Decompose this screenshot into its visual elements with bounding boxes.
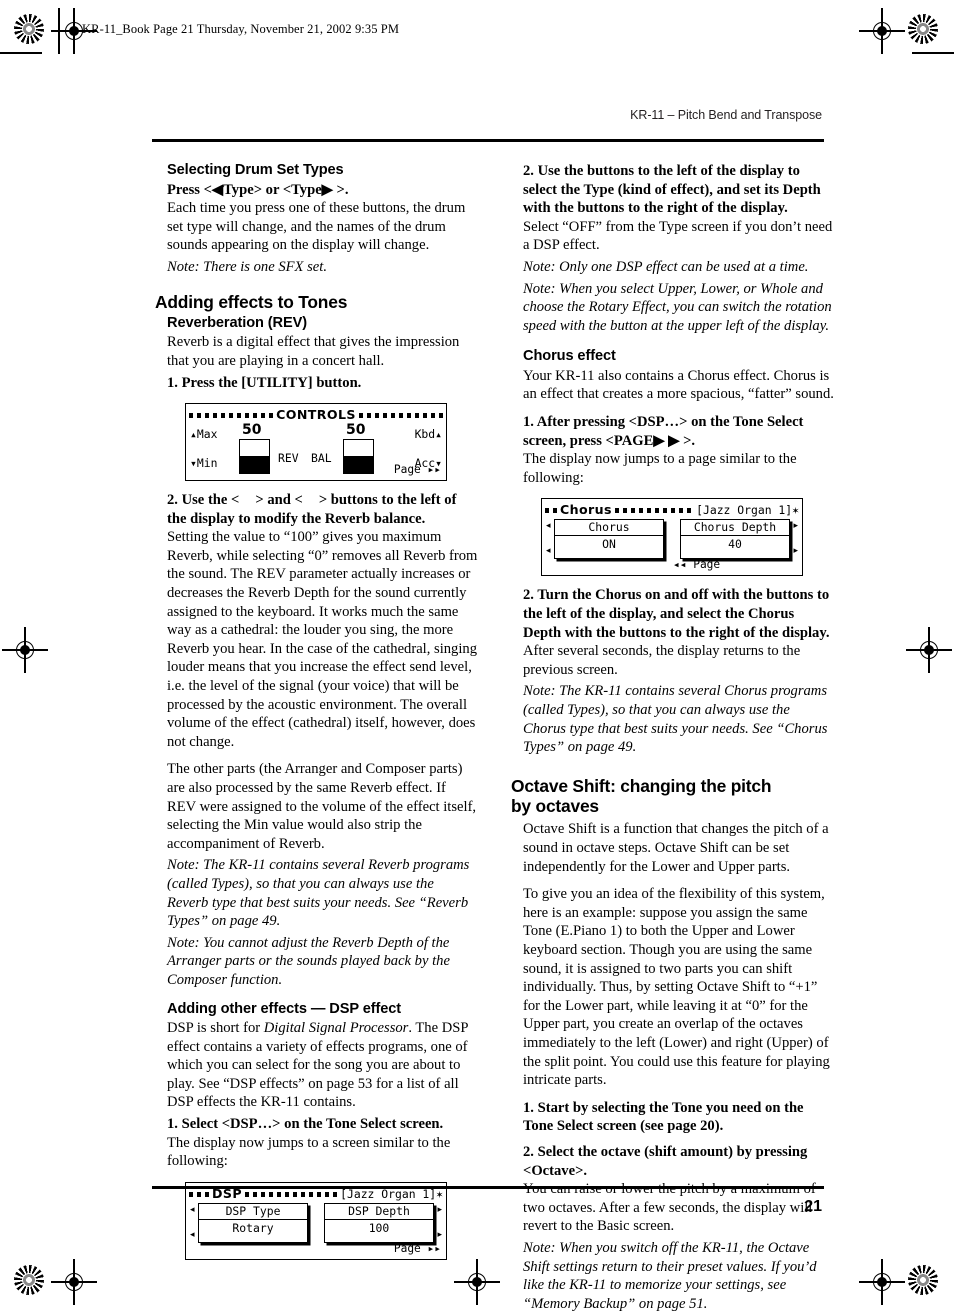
registration-target-top-left bbox=[14, 14, 44, 44]
octave-step-1: 1. Start by selecting the Tone you need … bbox=[523, 1099, 804, 1135]
controls-bal-slider bbox=[343, 439, 374, 475]
dsp-lcd-parameter-row: DSP Type Rotary DSP Depth 100 bbox=[189, 1202, 443, 1243]
chorus-step-1-body: The display now jumps to a page similar … bbox=[523, 451, 797, 486]
dash-rule-left bbox=[545, 508, 557, 514]
registration-target-bottom-right bbox=[908, 1265, 938, 1295]
dsp-type-value: Rotary bbox=[232, 1220, 274, 1235]
octave-heading-line-1: Octave Shift: changing the pitch bbox=[511, 775, 772, 796]
controls-lcd-illustration: CONTROLS ▴Max ▾Min Kbd▴ Acc▾ 50 50 REV B… bbox=[185, 403, 447, 482]
chorus-step-2: 2. Turn the Chorus on and off with the b… bbox=[523, 587, 830, 641]
controls-bal-label: BAL bbox=[311, 451, 332, 466]
octave-paragraph-1: Octave Shift is a function that changes … bbox=[523, 821, 829, 875]
heading-adding-other-effects-dsp: Adding other effects — DSP effect bbox=[167, 1000, 402, 1017]
registration-cross-bottom-right bbox=[859, 1259, 905, 1305]
drum-note: Note: There is one SFX set. bbox=[167, 258, 327, 275]
controls-lcd-body: ▴Max ▾Min Kbd▴ Acc▾ 50 50 REV BAL Page ▸… bbox=[189, 422, 443, 477]
chorus-depth-value: 40 bbox=[728, 537, 742, 552]
registration-cross-right-mid bbox=[906, 627, 952, 673]
dsp-step-1-body: The display now jumps to a screen simila… bbox=[167, 1134, 451, 1170]
rev-body-text: Reverb is a digital effect that gives th… bbox=[167, 334, 460, 369]
rev-step-2: 2. Use the < > and < > buttons to the left… bbox=[167, 492, 457, 527]
registration-cross-left-mid bbox=[2, 627, 48, 673]
print-slug: KR-11_Book Page 21 Thursday, November 21… bbox=[82, 22, 400, 36]
trim-line-top-left bbox=[0, 52, 42, 55]
chorus-body-text: Your KR-11 also contains a Chorus effect… bbox=[523, 367, 834, 403]
rev-step-1: 1. Press the [UTILITY] button. bbox=[167, 374, 362, 391]
dsp-note-2: Note: When you select Upper, Lower, or W… bbox=[523, 280, 832, 334]
dsp-body-text: DSP is short for Digital Signal Processo… bbox=[167, 1020, 468, 1111]
header-rule bbox=[152, 139, 824, 142]
octave-note: Note: When you switch off the KR-11, the… bbox=[523, 1239, 817, 1312]
dash-rule-right bbox=[358, 413, 443, 419]
chorus-depth-title: Chorus Depth bbox=[681, 520, 789, 537]
controls-rev-slider bbox=[239, 439, 270, 475]
dsp-step-2: 2. Use the buttons to the left of the di… bbox=[523, 163, 821, 217]
chorus-note: Note: The KR-11 contains several Chorus … bbox=[523, 683, 828, 756]
controls-bal-value: 50 bbox=[346, 422, 366, 439]
registration-cross-top-right bbox=[859, 8, 905, 54]
chorus-onoff-value: ON bbox=[602, 537, 616, 552]
heading-reverberation-rev: Reverberation (REV) bbox=[167, 314, 308, 331]
rev-note-1: Note: The KR-11 contains several Reverb … bbox=[167, 857, 470, 930]
heading-chorus-effect: Chorus effect bbox=[523, 348, 616, 365]
registration-target-bottom-left bbox=[14, 1265, 44, 1295]
controls-lcd-titlebar: CONTROLS bbox=[189, 407, 443, 423]
chorus-lcd-illustration: Chorus [Jazz Organ 1]✶ ◂ ◂ ▸ ▸ Chorus ON… bbox=[541, 498, 803, 577]
dash-rule-left bbox=[189, 1191, 209, 1197]
registration-cross-bottom-center bbox=[454, 1259, 500, 1305]
controls-rev-label: REV bbox=[278, 451, 299, 466]
footer-rule bbox=[152, 1186, 824, 1189]
chorus-depth-box: Chorus Depth 40 bbox=[680, 519, 790, 560]
right-column: 2. Use the buttons to the left of the di… bbox=[511, 162, 834, 1313]
registration-cross-bottom-left bbox=[51, 1259, 97, 1305]
page-root: { "print_slug": "KR-11_Book Page 21 Thur… bbox=[0, 0, 954, 1312]
chorus-lcd-titlebar: Chorus [Jazz Organ 1]✶ bbox=[545, 502, 799, 518]
chorus-step-1: 1. After pressing <DSP…> on the Tone Sel… bbox=[523, 414, 804, 449]
dsp-type-title: DSP Type bbox=[199, 1204, 307, 1220]
dsp-page-label: Page ▸▸ bbox=[393, 1241, 441, 1255]
rev-paragraph-2: The other parts (the Arranger and Compos… bbox=[167, 761, 477, 852]
dsp-depth-box: DSP Depth 100 bbox=[324, 1202, 434, 1243]
dsp-step-2-body: Select “OFF” from the Type screen if you… bbox=[523, 218, 833, 254]
heading-selecting-drum-set-types: Selecting Drum Set Types bbox=[167, 162, 344, 178]
left-column: Selecting Drum Set Types Press <◀Type> o… bbox=[155, 162, 478, 1270]
registration-target-top-right bbox=[908, 14, 938, 44]
chorus-lcd-tone-name: [Jazz Organ 1]✶ bbox=[696, 503, 799, 518]
dsp-type-box: DSP Type Rotary bbox=[198, 1202, 308, 1243]
controls-max-label: ▴Max bbox=[190, 427, 218, 442]
slug-divider bbox=[58, 8, 60, 54]
rev-note-2: Note: You cannot adjust the Reverb Depth… bbox=[167, 934, 450, 988]
drum-body-text: Each time you press one of these buttons… bbox=[167, 200, 466, 254]
dash-rule-left bbox=[189, 413, 274, 419]
rev-paragraph-1: Setting the value to “100” gives you max… bbox=[167, 529, 478, 750]
heading-adding-effects-to-tones: Adding effects to Tones bbox=[155, 292, 348, 313]
running-header: KR-11 – Pitch Bend and Transpose bbox=[630, 108, 822, 122]
dash-rule-right bbox=[244, 1191, 338, 1197]
chorus-lcd-parameter-row: Chorus ON Chorus Depth 40 bbox=[545, 519, 799, 560]
page-number: 21 bbox=[804, 1198, 822, 1215]
controls-lcd-title: CONTROLS bbox=[276, 407, 356, 423]
dash-rule-right bbox=[614, 508, 694, 514]
dsp-lcd-illustration: DSP [Jazz Organ 1]✶ ◂ ◂ ▸ ▸ DSP Type Rot… bbox=[185, 1181, 447, 1260]
controls-page-label: Page ▸▸ bbox=[393, 462, 441, 476]
octave-heading-line-2: by octaves bbox=[511, 796, 599, 817]
chorus-step-2-body: After several seconds, the display retur… bbox=[523, 643, 801, 678]
controls-min-label: ▾Min bbox=[190, 456, 218, 471]
chorus-page-label: ◂◂ Page bbox=[673, 558, 721, 572]
dsp-depth-title: DSP Depth bbox=[325, 1204, 433, 1220]
drum-press-instruction: Press <◀Type> or <Type▶ >. bbox=[167, 181, 349, 198]
controls-rev-value: 50 bbox=[242, 422, 262, 439]
dsp-step-1: 1. Select <DSP…> on the Tone Select scre… bbox=[167, 1116, 444, 1133]
chorus-lcd-title: Chorus bbox=[560, 502, 612, 518]
chorus-onoff-title: Chorus bbox=[555, 520, 663, 537]
controls-kbd-label: Kbd▴ bbox=[414, 427, 442, 442]
heading-octave-shift: Octave Shift: changing the pitch by octa… bbox=[511, 776, 834, 817]
dsp-note-1: Note: Only one DSP effect can be used at… bbox=[523, 258, 809, 275]
chorus-onoff-box: Chorus ON bbox=[554, 519, 664, 560]
trim-line-top-right bbox=[912, 52, 954, 55]
dsp-depth-value: 100 bbox=[368, 1220, 390, 1235]
octave-paragraph-2: To give you an idea of the flexibility o… bbox=[523, 886, 830, 1089]
octave-step-2: 2. Select the octave (shift amount) by p… bbox=[523, 1143, 808, 1179]
